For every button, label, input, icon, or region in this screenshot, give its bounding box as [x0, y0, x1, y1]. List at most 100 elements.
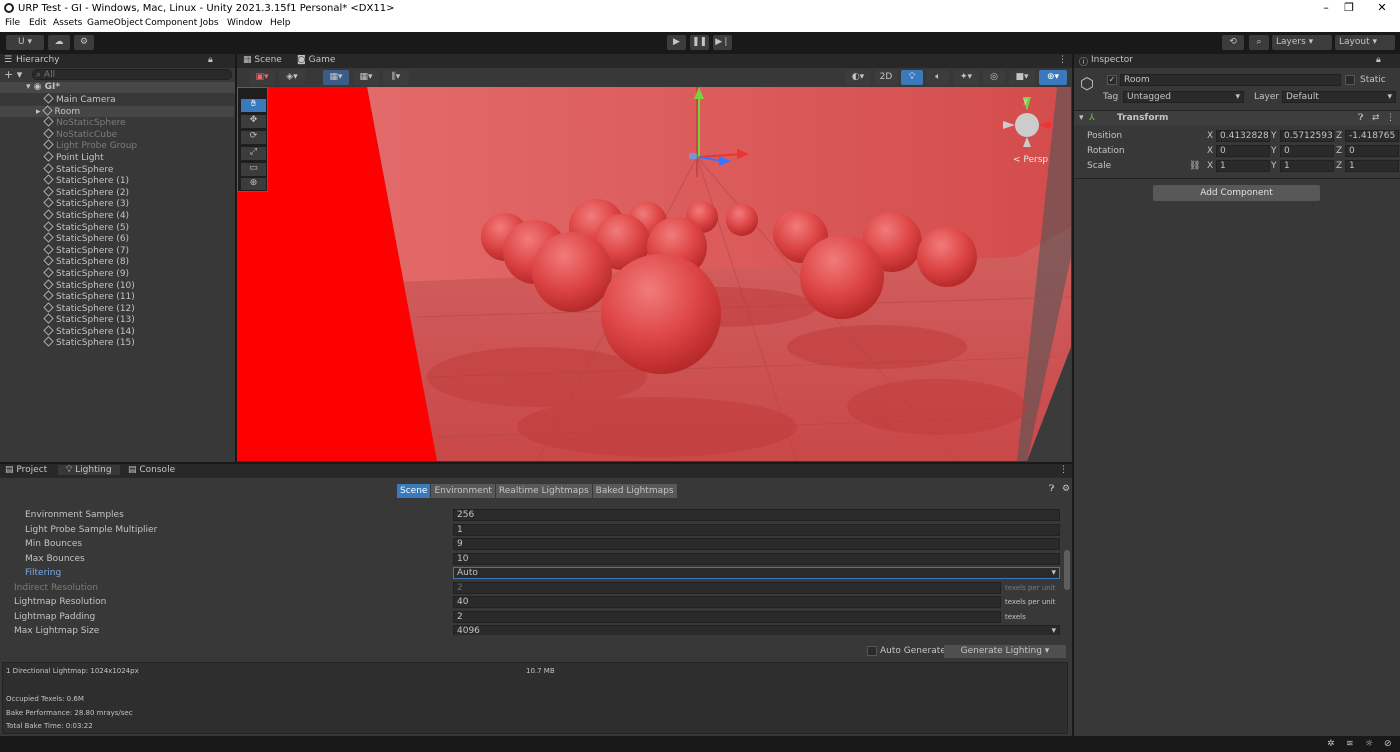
- move-tool-icon[interactable]: ✥: [241, 115, 266, 128]
- hierarchy-item[interactable]: NoStaticSphere: [43, 116, 234, 129]
- hierarchy-item[interactable]: StaticSphere (5): [43, 220, 234, 234]
- tab-console[interactable]: ▤ Console: [128, 465, 175, 475]
- subtab-scene[interactable]: Scene: [397, 484, 431, 498]
- tab-lighting[interactable]: 💡︎ Lighting: [58, 465, 120, 475]
- close-button[interactable]: ✕: [1372, 1, 1392, 14]
- audio-toggle-icon[interactable]: 🔈︎: [927, 70, 949, 85]
- layer-dropdown[interactable]: Default ▾: [1282, 91, 1396, 103]
- menu-gameobject[interactable]: GameObject: [87, 18, 143, 28]
- lighting-settings-icon[interactable]: ⚙: [1062, 484, 1070, 494]
- lock-icon[interactable]: 🔒︎: [208, 55, 213, 65]
- hierarchy-item[interactable]: Point Light: [43, 151, 234, 164]
- object-name-field[interactable]: Room: [1120, 74, 1341, 86]
- inspector-lock-icon[interactable]: 🔒︎: [1376, 55, 1381, 65]
- hierarchy-item[interactable]: StaticSphere (12): [43, 302, 234, 315]
- increment-snap-icon[interactable]: ⫼▾: [383, 70, 409, 85]
- lighting-row-field[interactable]: 1: [453, 523, 1060, 536]
- hierarchy-item[interactable]: ▸ Room: [0, 105, 234, 118]
- perspective-label[interactable]: < Persp: [1013, 155, 1048, 165]
- tab-game[interactable]: ◙ Game: [297, 55, 335, 65]
- hierarchy-item[interactable]: StaticSphere (1): [43, 174, 234, 187]
- menu-edit[interactable]: Edit: [29, 18, 46, 28]
- rotation-z-field[interactable]: 0: [1345, 145, 1399, 157]
- menu-window[interactable]: Window: [227, 18, 263, 28]
- subtab-environment[interactable]: Environment: [431, 484, 495, 498]
- add-component-button[interactable]: Add Component: [1153, 185, 1320, 201]
- effects-icon[interactable]: ✦▾: [953, 70, 979, 85]
- hierarchy-item[interactable]: StaticSphere (10): [43, 278, 234, 292]
- lighting-scrollbar[interactable]: [1063, 510, 1071, 634]
- tab-inspector[interactable]: Inspector: [1091, 55, 1133, 65]
- hierarchy-item[interactable]: Main Camera: [43, 93, 234, 106]
- hierarchy-item[interactable]: StaticSphere (15): [43, 336, 234, 349]
- hierarchy-item[interactable]: StaticSphere (7): [43, 244, 234, 257]
- menu-component[interactable]: Component: [145, 18, 197, 28]
- layers-dropdown[interactable]: Layers ▾: [1272, 35, 1332, 50]
- hierarchy-item[interactable]: NoStaticCube: [43, 128, 234, 141]
- active-checkbox[interactable]: ✓: [1107, 75, 1117, 85]
- lighting-help-icon[interactable]: ❓︎: [1049, 484, 1054, 494]
- subtab-realtime-lightmaps[interactable]: Realtime Lightmaps: [495, 484, 592, 498]
- hierarchy-item[interactable]: StaticSphere (3): [43, 197, 234, 210]
- hierarchy-item[interactable]: StaticSphere (9): [43, 267, 234, 280]
- tab-project[interactable]: ▤ Project: [5, 465, 47, 475]
- hierarchy-item[interactable]: StaticSphere: [43, 162, 234, 176]
- expand-arrow-icon[interactable]: ▸: [36, 107, 41, 117]
- render-mode-icon[interactable]: ◈▾: [279, 70, 305, 85]
- hierarchy-item[interactable]: StaticSphere (2): [43, 186, 234, 199]
- rotate-tool-icon[interactable]: ⟳: [241, 131, 266, 144]
- lighting-toggle-icon[interactable]: 💡︎: [901, 70, 923, 85]
- hierarchy-item[interactable]: StaticSphere (8): [43, 255, 234, 268]
- snap-icon[interactable]: ▦▾: [353, 70, 379, 85]
- stack-icon[interactable]: ≋: [1346, 739, 1354, 749]
- subtab-baked-lightmaps[interactable]: Baked Lightmaps: [592, 484, 677, 498]
- draw-mode-icon[interactable]: ▣▾: [249, 70, 275, 85]
- hand-tool-icon[interactable]: ✋︎: [241, 99, 266, 112]
- tab-scene[interactable]: ▦ Scene: [243, 55, 282, 65]
- position-y-field[interactable]: 0.5712593: [1280, 130, 1334, 142]
- scene-viewport[interactable]: y < Persp ✋︎ ✥ ⟳ ⤢ ▭ ⊛: [237, 87, 1071, 461]
- rotation-x-field[interactable]: 0: [1216, 145, 1270, 157]
- scrollbar-thumb[interactable]: [1064, 550, 1070, 590]
- hierarchy-item[interactable]: StaticSphere (6): [43, 232, 234, 245]
- gizmos-icon[interactable]: ⊕▾: [1039, 70, 1067, 85]
- auto-generate-checkbox[interactable]: [867, 646, 877, 656]
- component-menu-icon[interactable]: ⋮: [1386, 113, 1395, 123]
- hierarchy-item[interactable]: StaticSphere (14): [43, 325, 234, 338]
- layout-dropdown[interactable]: Layout ▾: [1335, 35, 1395, 50]
- restore-button[interactable]: ❐: [1339, 1, 1359, 14]
- menu-jobs[interactable]: Jobs: [200, 18, 219, 28]
- foldout-icon[interactable]: ▾: [1079, 113, 1084, 123]
- preset-icon[interactable]: ⇄: [1372, 113, 1380, 123]
- lighting-row-field[interactable]: Auto ▾: [453, 567, 1060, 579]
- constrain-proportions-icon[interactable]: ⛓︎: [1189, 161, 1200, 171]
- 2d-toggle[interactable]: 2D: [875, 70, 897, 85]
- history-icon[interactable]: ⟲: [1222, 35, 1244, 50]
- create-button[interactable]: + ▾: [4, 68, 22, 81]
- menu-assets[interactable]: Assets: [53, 18, 82, 28]
- lighting-row-field[interactable]: 40: [453, 596, 1001, 608]
- lighting-row-field[interactable]: 9: [453, 538, 1060, 550]
- generate-lighting-button[interactable]: Generate Lighting ▾: [944, 645, 1066, 658]
- grid-snap-icon[interactable]: ▦▾: [323, 70, 349, 85]
- hierarchy-item[interactable]: Light Probe Group: [43, 139, 234, 152]
- help-icon[interactable]: ❓︎: [1358, 113, 1363, 123]
- lighting-row-field[interactable]: 4096 ▾: [453, 625, 1060, 635]
- shield-icon[interactable]: ⊘: [1384, 739, 1392, 749]
- static-checkbox[interactable]: [1345, 75, 1355, 85]
- position-x-field[interactable]: 0.4132828: [1216, 130, 1270, 142]
- cloud-icon[interactable]: ☁: [48, 35, 70, 50]
- lighting-row-field[interactable]: 2: [453, 610, 1001, 623]
- menu-help[interactable]: Help: [270, 18, 291, 28]
- transform-tool-icon[interactable]: ⊛: [241, 178, 266, 190]
- scale-x-field[interactable]: 1: [1216, 160, 1270, 172]
- search-icon[interactable]: ⌕: [1249, 35, 1269, 50]
- bug-icon[interactable]: ✲: [1327, 739, 1335, 749]
- tag-dropdown[interactable]: Untagged ▾: [1123, 91, 1244, 103]
- scale-y-field[interactable]: 1: [1280, 160, 1334, 172]
- hidden-objects-icon[interactable]: ◎: [983, 70, 1005, 85]
- hierarchy-search-input[interactable]: ⌕ All: [32, 69, 232, 80]
- scene-root[interactable]: ▾ ◉ GI*: [26, 82, 60, 94]
- scale-tool-icon[interactable]: ⤢: [241, 147, 266, 160]
- minimize-button[interactable]: –: [1316, 1, 1336, 14]
